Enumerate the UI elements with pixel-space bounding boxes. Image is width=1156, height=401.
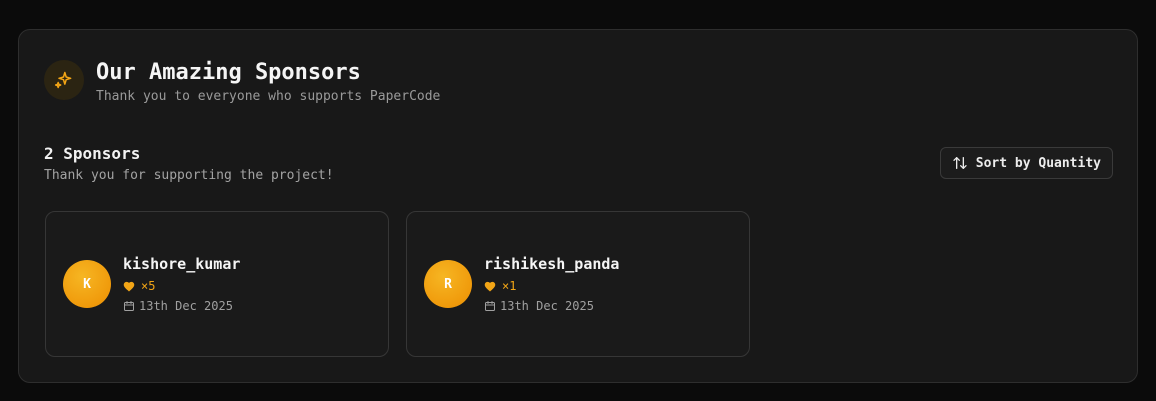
sponsor-quantity: ×5 bbox=[123, 278, 240, 294]
sponsor-date: 13th Dec 2025 bbox=[123, 298, 240, 314]
sort-arrows-icon bbox=[953, 157, 967, 169]
date-value: 13th Dec 2025 bbox=[500, 299, 594, 313]
calendar-icon bbox=[124, 301, 134, 311]
page-title: Our Amazing Sponsors bbox=[96, 60, 361, 85]
heart-icon bbox=[484, 281, 496, 291]
sponsor-list: K kishore_kumar ×5 13th Dec 2025 R rishi… bbox=[45, 211, 767, 357]
sponsor-name: kishore_kumar bbox=[123, 255, 241, 273]
page-subtitle: Thank you to everyone who supports Paper… bbox=[96, 89, 441, 104]
sponsors-header: Our Amazing Sponsors Thank you to everyo… bbox=[44, 60, 440, 106]
sponsors-panel: Our Amazing Sponsors Thank you to everyo… bbox=[18, 29, 1138, 383]
avatar: R bbox=[424, 260, 472, 308]
calendar-icon bbox=[485, 301, 495, 311]
sponsor-date: 13th Dec 2025 bbox=[484, 298, 619, 314]
sponsor-summary: 2 Sponsors Thank you for supporting the … bbox=[44, 143, 334, 185]
avatar: K bbox=[63, 260, 111, 308]
sponsor-thanks-text: Thank you for supporting the project! bbox=[44, 168, 334, 183]
sponsor-name: rishikesh_panda bbox=[484, 255, 620, 273]
sparkles-icon bbox=[44, 60, 84, 100]
heart-icon bbox=[123, 281, 135, 291]
sort-button-label: Sort by Quantity bbox=[975, 155, 1101, 171]
sort-by-quantity-button[interactable]: Sort by Quantity bbox=[939, 147, 1113, 179]
sponsor-count: 2 Sponsors bbox=[44, 144, 141, 163]
sponsor-card[interactable]: K kishore_kumar ×5 13th Dec 2025 bbox=[45, 211, 389, 357]
sponsor-card[interactable]: R rishikesh_panda ×1 13th Dec 2025 bbox=[406, 211, 750, 357]
quantity-value: ×1 bbox=[502, 279, 517, 293]
quantity-value: ×5 bbox=[141, 279, 156, 293]
sponsor-quantity: ×1 bbox=[484, 278, 619, 294]
date-value: 13th Dec 2025 bbox=[139, 299, 233, 313]
